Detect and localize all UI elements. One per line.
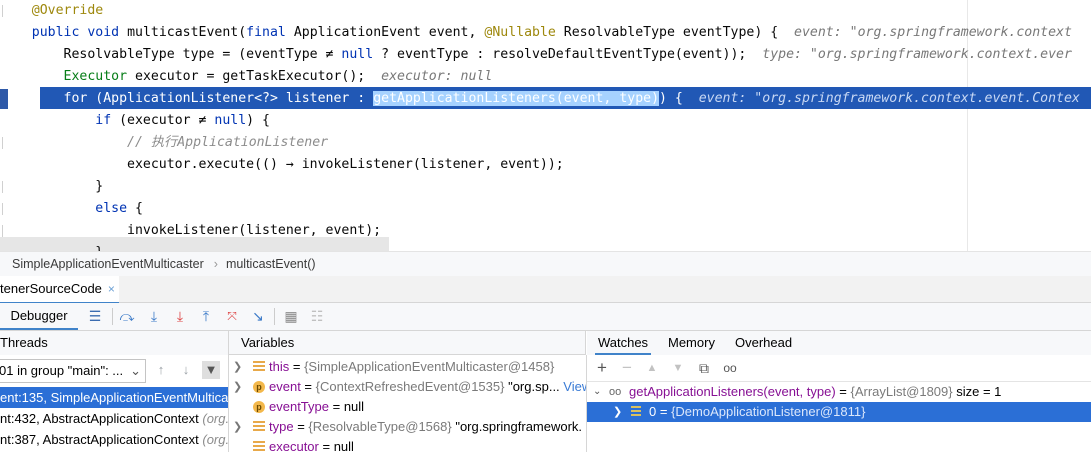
- variable-row[interactable]: ❯ type = {ResolvableType@1568} "org.spri…: [229, 417, 586, 437]
- stack-frame[interactable]: nt:387, AbstractApplicationContext (org.: [0, 429, 228, 450]
- close-icon[interactable]: ×: [108, 282, 115, 296]
- debug-session-tab[interactable]: tenerSourceCode ×: [0, 276, 119, 304]
- code-comment: // 执行ApplicationListener: [127, 135, 329, 150]
- tab-overhead[interactable]: Overhead: [735, 331, 792, 355]
- duplicate-icon[interactable]: ⧉: [695, 359, 713, 377]
- filter-icon[interactable]: ▼: [202, 361, 220, 379]
- inline-value-hint: event: "org.springframework.context.even…: [698, 91, 1080, 106]
- breadcrumb: SimpleApplicationEventMulticaster › mult…: [0, 251, 1091, 277]
- stack-frame[interactable]: ent:135, SimpleApplicationEventMulticast: [0, 387, 228, 408]
- watch-glasses-icon: oo: [609, 386, 622, 398]
- move-down-icon[interactable]: ▼: [669, 359, 687, 377]
- inline-value-hint: type: "org.springframework.context.ever: [762, 47, 1072, 62]
- debugger-toolbar: Debugger ☰ ⤼ ⤓ ⤓ ⤒ ⤧ ↘ ▦ ☷: [0, 303, 1091, 331]
- arrow-down-icon[interactable]: ↓: [177, 361, 195, 379]
- inline-value-hint: event: "org.springframework.context: [794, 25, 1072, 40]
- parameter-icon: p: [253, 381, 265, 393]
- toolbar-separator: [112, 308, 113, 325]
- watch-row[interactable]: ⌄ oo getApplicationListeners(event, type…: [587, 382, 1091, 402]
- field-icon: [253, 421, 265, 433]
- watches-list: ⌄ oo getApplicationListeners(event, type…: [587, 382, 1091, 452]
- code-line[interactable]: invokeListener(listener, event);: [0, 220, 381, 242]
- step-out-icon[interactable]: ⤒: [197, 307, 215, 325]
- toolbar-separator: [274, 308, 275, 325]
- drop-frame-icon[interactable]: ⤧: [223, 307, 241, 325]
- expand-arrow-icon[interactable]: ❯: [233, 357, 242, 377]
- parameter-icon: p: [253, 401, 265, 413]
- field-icon: [253, 441, 265, 452]
- expand-arrow-icon[interactable]: ❯: [233, 417, 242, 437]
- inline-value-hint: executor: null: [381, 69, 493, 84]
- layout-menu-icon[interactable]: ☰: [86, 307, 104, 325]
- chevron-down-icon: ⌄: [130, 363, 141, 378]
- step-over-icon[interactable]: ⤼: [118, 307, 136, 325]
- variable-row[interactable]: ❯ this = {SimpleApplicationEventMulticas…: [229, 357, 586, 377]
- watch-row[interactable]: ❯ 0 = {DemoApplicationListener@1811}: [587, 402, 1091, 422]
- tab-debugger[interactable]: Debugger: [0, 303, 78, 330]
- chevron-down-icon[interactable]: ⌄: [593, 382, 601, 402]
- force-step-into-icon[interactable]: ⤓: [171, 307, 189, 325]
- selected-expression[interactable]: getApplicationListeners(event, type): [373, 91, 660, 106]
- code-line[interactable]: public void multicastEvent(final Applica…: [0, 22, 1072, 44]
- trace-icon[interactable]: ☷: [308, 307, 326, 325]
- code-line[interactable]: Executor executor = getTaskExecutor(); e…: [0, 66, 493, 88]
- debug-session-tabs: tenerSourceCode ×: [0, 276, 1091, 304]
- remove-watch-icon[interactable]: −: [618, 359, 636, 377]
- tab-memory[interactable]: Memory: [668, 331, 715, 355]
- chevron-right-icon: ›: [213, 257, 218, 271]
- view-link[interactable]: View: [563, 379, 586, 394]
- stack-frame[interactable]: nt:432, AbstractApplicationContext (org.: [0, 408, 228, 429]
- step-into-icon[interactable]: ⤓: [145, 307, 163, 325]
- thread-selector[interactable]: 01 in group "main": ... ⌄: [0, 359, 146, 383]
- code-line[interactable]: @Override: [0, 0, 103, 22]
- variable-row[interactable]: p eventType = null: [229, 397, 586, 417]
- list-element-icon: [631, 406, 641, 418]
- variables-header: Variables: [229, 331, 586, 355]
- code-editor[interactable]: @Override public void multicastEvent(fin…: [0, 0, 1091, 251]
- watches-toolbar: + − ▲ ▼ ⧉ oo: [587, 355, 1091, 382]
- code-line[interactable]: ResolvableType type = (eventType ≠ null …: [0, 44, 1072, 66]
- code-line[interactable]: // 执行ApplicationListener: [0, 132, 328, 154]
- code-line[interactable]: }: [0, 176, 103, 198]
- threads-panel: 01 in group "main": ... ⌄ ↑ ↓ ▼ ent:135, …: [0, 355, 229, 452]
- variables-panel: ❯ this = {SimpleApplicationEventMulticas…: [229, 355, 587, 452]
- watch-tabs: Watches Memory Overhead: [587, 331, 1091, 356]
- expand-arrow-icon[interactable]: ❯: [233, 377, 242, 397]
- variable-row[interactable]: executor = null: [229, 437, 586, 452]
- threads-header: Threads: [0, 331, 229, 356]
- evaluate-expression-icon[interactable]: ▦: [282, 307, 300, 325]
- glasses-icon[interactable]: oo: [721, 359, 739, 377]
- code-line[interactable]: else {: [0, 198, 143, 220]
- annotation-token: @Override: [31, 3, 104, 18]
- code-line[interactable]: executor.execute(() → invokeListener(lis…: [0, 154, 564, 176]
- code-line-current[interactable]: for (ApplicationListener<?> listener : g…: [0, 88, 1080, 110]
- variable-row[interactable]: ❯ p event = {ContextRefreshedEvent@1535}…: [229, 377, 586, 397]
- breadcrumb-class[interactable]: SimpleApplicationEventMulticaster: [12, 257, 204, 271]
- expand-arrow-icon[interactable]: ❯: [613, 402, 622, 422]
- move-up-icon[interactable]: ▲: [643, 359, 661, 377]
- breadcrumb-method[interactable]: multicastEvent(): [226, 257, 316, 271]
- code-line[interactable]: if (executor ≠ null) {: [0, 110, 270, 132]
- tab-watches[interactable]: Watches: [595, 331, 651, 355]
- add-watch-icon[interactable]: +: [593, 359, 611, 377]
- field-icon: [253, 361, 265, 373]
- code-line[interactable]: }: [0, 242, 103, 251]
- run-to-cursor-icon[interactable]: ↘: [249, 307, 267, 325]
- arrow-up-icon[interactable]: ↑: [152, 361, 170, 379]
